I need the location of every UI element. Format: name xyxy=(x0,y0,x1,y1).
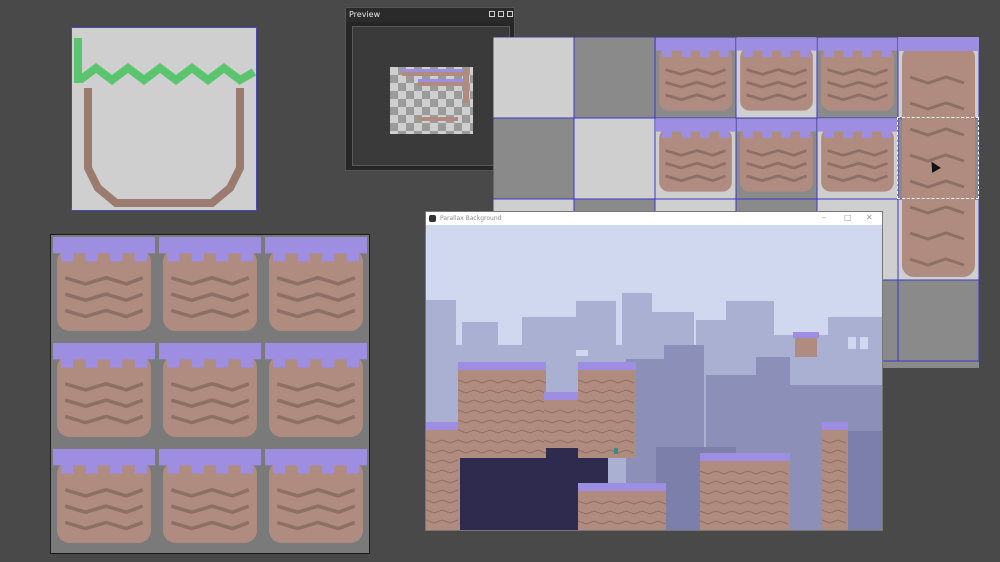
grass-dirt-tile xyxy=(656,38,735,111)
game-platform xyxy=(543,392,580,448)
pin-icon[interactable] xyxy=(498,11,504,17)
tile-outline-sprite[interactable] xyxy=(71,27,257,211)
game-window-titlebar[interactable]: Parallax Background – □ ✕ xyxy=(426,212,882,225)
game-platform xyxy=(457,362,547,458)
tile-outline-art xyxy=(74,38,256,207)
pattern-tile xyxy=(159,449,261,543)
grass-dirt-tile xyxy=(656,119,735,192)
tileset-cell[interactable] xyxy=(492,117,575,200)
preview-thumbnail xyxy=(390,67,473,134)
grass-dirt-tile xyxy=(818,38,897,111)
game-platform xyxy=(577,362,636,458)
tileset-cell[interactable] xyxy=(573,36,656,119)
pattern-tile xyxy=(265,449,367,543)
close-icon[interactable] xyxy=(507,11,513,17)
pattern-tile xyxy=(265,343,367,437)
game-window-title: Parallax Background xyxy=(440,215,502,222)
tile-selection-box[interactable] xyxy=(897,117,979,199)
pattern-tile xyxy=(53,449,155,543)
preview-panel[interactable]: Preview xyxy=(345,7,515,171)
tileset-cell[interactable] xyxy=(573,117,656,200)
game-scene xyxy=(426,225,882,530)
maximize-icon[interactable] xyxy=(489,11,495,17)
pattern-tile xyxy=(159,237,261,331)
tile-pattern-preview[interactable] xyxy=(50,234,370,554)
game-platform xyxy=(426,422,460,530)
tileset-cell[interactable] xyxy=(897,279,980,362)
app-icon xyxy=(429,215,436,222)
tile-pattern-art xyxy=(53,237,367,543)
game-platform xyxy=(699,453,790,530)
pattern-tile xyxy=(53,343,155,437)
game-platform xyxy=(577,483,667,530)
pattern-tile xyxy=(265,237,367,331)
grass-dirt-tile xyxy=(737,38,816,111)
maximize-button[interactable]: □ xyxy=(844,212,852,224)
player-marker-icon xyxy=(614,448,618,454)
grass-dirt-tile xyxy=(737,119,816,192)
pattern-tile xyxy=(159,343,261,437)
close-button[interactable]: ✕ xyxy=(866,212,873,224)
minimize-button[interactable]: – xyxy=(822,212,826,224)
preview-panel-title: Preview xyxy=(349,10,381,19)
pattern-tile xyxy=(53,237,155,331)
preview-panel-header: Preview xyxy=(346,8,514,22)
game-platform xyxy=(821,422,848,530)
grass-dirt-tile xyxy=(818,119,897,192)
preview-viewport xyxy=(352,26,510,166)
game-window[interactable]: Parallax Background – □ ✕ xyxy=(426,212,882,530)
tileset-cell[interactable] xyxy=(492,36,575,119)
